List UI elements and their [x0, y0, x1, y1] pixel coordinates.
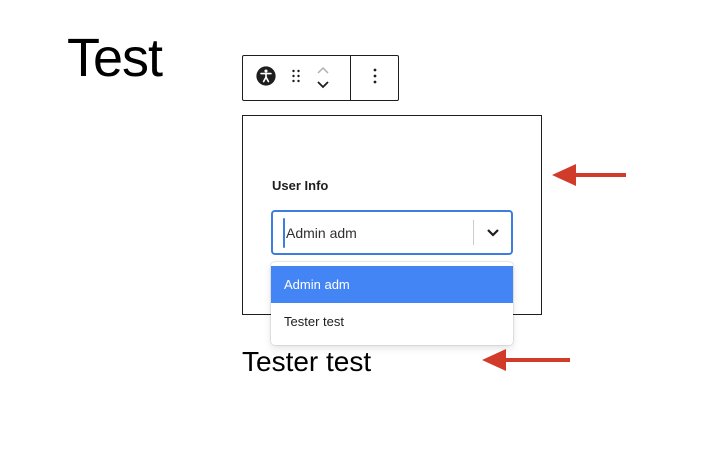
drag-handle[interactable] — [289, 56, 303, 100]
dropdown-indicator[interactable] — [474, 212, 511, 253]
annotation-arrow — [482, 349, 570, 371]
block-movers — [303, 56, 343, 100]
select-value-container[interactable]: Admin adm — [273, 212, 473, 253]
vertical-ellipsis-icon — [372, 67, 378, 90]
user-select[interactable]: Admin adm — [271, 210, 513, 255]
text-cursor — [283, 217, 285, 248]
block-type-button[interactable] — [243, 56, 289, 100]
annotation-arrow — [552, 164, 626, 186]
dropdown-menu: Admin adm Tester test — [271, 262, 513, 345]
rendered-user-text: Tester test — [242, 346, 372, 377]
menu-option-tester[interactable]: Tester test — [271, 303, 513, 340]
chevron-down-icon — [486, 224, 500, 242]
toolbar-main-group — [243, 56, 352, 100]
move-down-button[interactable] — [313, 78, 333, 92]
drag-handle-icon — [291, 68, 301, 89]
menu-option-admin[interactable]: Admin adm — [271, 266, 513, 303]
page-title: Test — [67, 28, 163, 88]
block-toolbar — [242, 55, 399, 101]
options-button[interactable] — [351, 56, 398, 100]
chevron-down-icon — [316, 76, 330, 94]
accessibility-icon — [255, 65, 277, 92]
field-label: User Info — [272, 178, 329, 193]
select-value: Admin adm — [286, 224, 357, 241]
